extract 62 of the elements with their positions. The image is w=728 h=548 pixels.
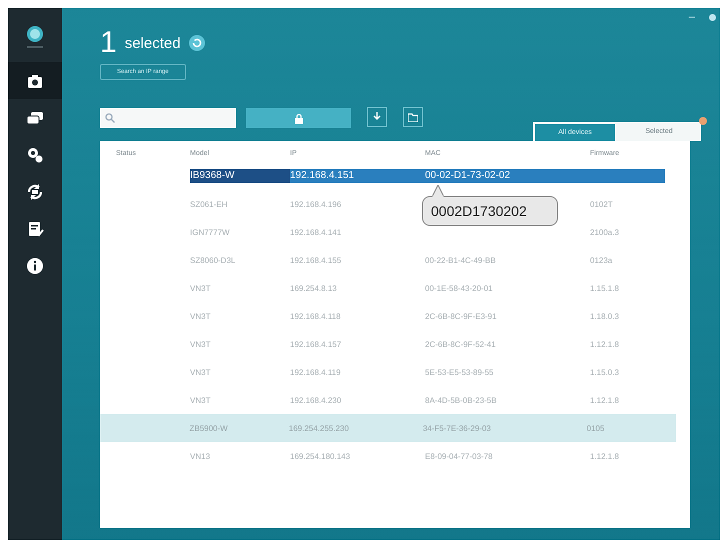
- table-cell-text: 192.168.4.157: [290, 340, 342, 348]
- download-icon: [373, 112, 381, 122]
- selected-label: selected: [124, 34, 181, 52]
- download-button[interactable]: [367, 107, 387, 127]
- sync-icon: [26, 182, 44, 200]
- refresh-icon[interactable]: [188, 35, 205, 51]
- info-icon: [26, 256, 44, 274]
- table-cell-text: 192.168.4.118: [290, 312, 342, 320]
- table-cell-text: 192.168.4.196: [290, 200, 342, 208]
- table-cell[interactable]: ZB5900-W: [189, 424, 289, 432]
- table-cell[interactable]: VN3T: [190, 368, 290, 376]
- table-cell[interactable]: VN3T: [190, 396, 290, 404]
- table-cell-text: 0102T: [590, 200, 614, 208]
- table-cell-text: E8-09-04-77-03-78: [425, 452, 494, 460]
- folder-button[interactable]: [403, 107, 423, 127]
- table-cell[interactable]: SZ8060-D3L: [190, 256, 290, 264]
- table-cell-text: 169.254.255.230: [288, 424, 350, 432]
- table-cell: 192.168.4.151: [290, 169, 425, 183]
- table-cell[interactable]: VN13: [190, 452, 290, 460]
- search-field[interactable]: [100, 108, 236, 128]
- search-icon: [105, 113, 115, 123]
- lock-icon: [294, 112, 304, 124]
- table-cell-text: 169.254.8.13: [290, 284, 338, 292]
- table-cell-text: 192.168.4.155: [290, 256, 342, 264]
- table-cell-text: 00-1E-58-43-20-01: [425, 284, 494, 292]
- table-cell[interactable]: VN3T: [190, 312, 290, 320]
- clipboard-icon: [26, 220, 44, 238]
- table-cell-text: 169.254.180.143: [290, 452, 352, 460]
- selected-count: 1: [100, 26, 117, 60]
- close-icon[interactable]: [699, 117, 707, 125]
- table-cell-text: 34-F5-7E-36-29-03: [422, 424, 492, 432]
- table-cell-text: 1.12.1.8: [590, 340, 620, 348]
- table-cell-text: 1.15.0.3: [590, 368, 620, 376]
- folder-icon: [408, 112, 418, 122]
- table-cell-text: 192.168.4.230: [290, 396, 342, 404]
- table-cell-text: 1.18.0.3: [590, 312, 620, 320]
- table-cell-text: 0123a: [590, 256, 614, 264]
- table-cell-text: 8A-4D-5B-0B-23-5B: [425, 396, 498, 404]
- tooltip-text: 0002D1730202: [431, 203, 527, 219]
- table-cell-text: 1.15.1.8: [590, 284, 620, 292]
- table-cell-text: 192.168.4.141: [290, 228, 342, 236]
- gear-icon: [26, 146, 44, 164]
- table-cell-text: 1.12.1.8: [590, 396, 620, 404]
- logo-icon: [24, 24, 46, 50]
- lock-button[interactable]: [246, 108, 351, 128]
- table-cell[interactable]: SZ061-EH: [190, 200, 290, 208]
- table-cell-text: 2100a.3: [590, 228, 620, 236]
- table-cell[interactable]: IB9368-W: [190, 169, 290, 183]
- table-cell-text: 00-22-B1-4C-49-BB: [425, 256, 497, 264]
- minimize-button[interactable]: –: [688, 11, 695, 23]
- sidebar-item[interactable]: [8, 62, 62, 99]
- table-cell-text: 1.12.1.8: [590, 452, 620, 460]
- table-cell[interactable]: IGN7777W: [190, 228, 290, 236]
- table-cell-text: 2C-6B-8C-9F-52-41: [425, 340, 497, 348]
- table-cell-text: 0105: [586, 424, 606, 432]
- table-cell: 00-02-D1-73-02-02: [425, 169, 590, 183]
- table-cell[interactable]: VN3T: [190, 340, 290, 348]
- table-cell-text: 5E-53-E5-53-89-55: [425, 368, 494, 376]
- table-cell-text: 2C-6B-8C-9F-E3-91: [425, 312, 498, 320]
- table-cell[interactable]: VN3T: [190, 284, 290, 292]
- table-cell-text: 192.168.4.119: [290, 368, 342, 376]
- close-icon[interactable]: [709, 14, 716, 20]
